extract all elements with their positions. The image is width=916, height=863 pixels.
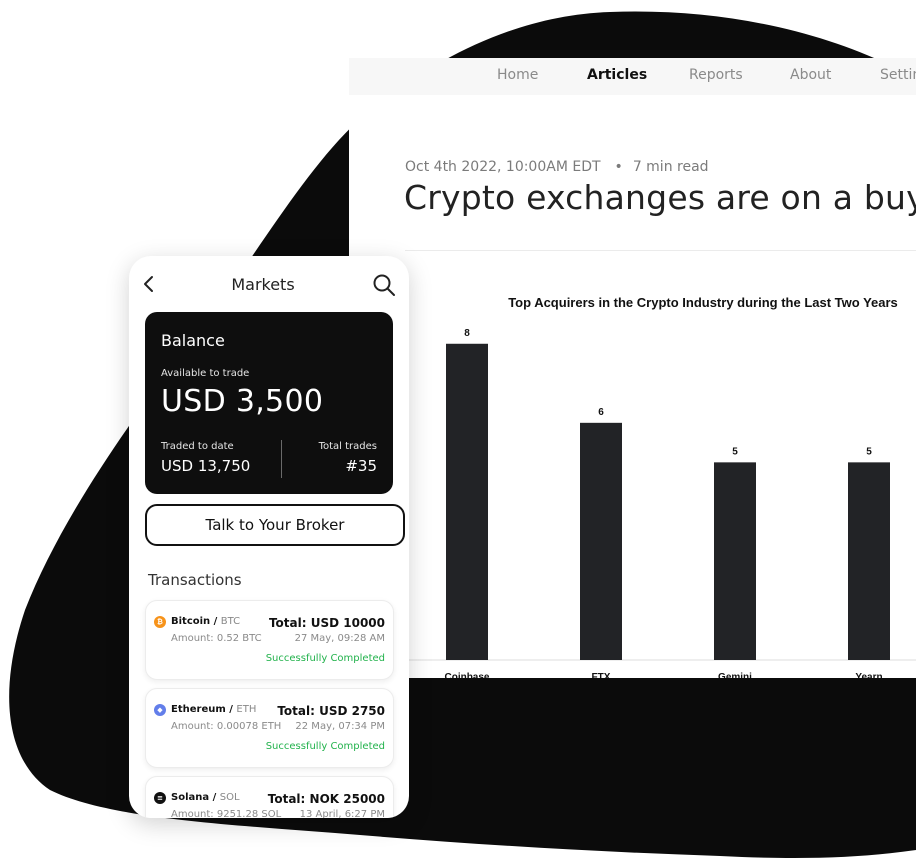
balance-card: Balance Available to trade USD 3,500 Tra… (145, 312, 393, 494)
chart-title: Top Acquirers in the Crypto Industry dur… (508, 295, 898, 310)
available-label: Available to trade (161, 368, 250, 379)
balance-amount: USD 3,500 (161, 384, 324, 419)
bitcoin-icon: ₿ (154, 616, 166, 628)
chart-data-label: 8 (464, 328, 470, 339)
ethereum-icon: ◆ (154, 704, 166, 716)
chart-bar-gemini (714, 462, 756, 660)
transaction-amount: Amount: 0.00078 ETH (171, 721, 282, 732)
transaction-card[interactable]: ₿ Bitcoin / BTC Amount: 0.52 BTC Total: … (145, 600, 394, 680)
transaction-total: Total: USD 2750 (277, 704, 385, 718)
transaction-amount: Amount: 0.52 BTC (171, 633, 262, 644)
talk-to-broker-button[interactable]: Talk to Your Broker (145, 504, 405, 546)
phone-screen: Markets Balance Available to trade USD 3… (129, 256, 409, 818)
transaction-total: Total: USD 10000 (268, 616, 385, 630)
transaction-total: Total: NOK 25000 (267, 792, 385, 806)
transaction-date: 27 May, 09:28 AM (294, 633, 385, 644)
traded-value: USD 13,750 (161, 457, 251, 475)
transaction-coin: Solana / SOL (171, 792, 240, 803)
chart-category-label: Gemini (718, 672, 752, 678)
transaction-card[interactable]: ◆ Ethereum / ETH Amount: 0.00078 ETH Tot… (145, 688, 394, 768)
transaction-coin: Bitcoin / BTC (171, 616, 241, 627)
chart-category-label: FTX (592, 672, 611, 678)
screen-title: Markets (231, 275, 295, 294)
transaction-card[interactable]: ≡ Solana / SOL Amount: 9251.28 SOL Total… (145, 776, 394, 818)
trades-value: #35 (345, 457, 377, 475)
transaction-date: 13 April, 6:27 PM (299, 809, 385, 818)
chart-data-label: 6 (598, 407, 604, 418)
chart-bar-yearn (848, 462, 890, 660)
chart-category-label: Yearn (855, 672, 882, 678)
trades-label: Total trades (318, 441, 377, 452)
chart-data-label: 5 (866, 446, 872, 457)
chart-bar-ftx (580, 422, 622, 660)
balance-divider (281, 440, 282, 478)
chart-data-label: 5 (732, 446, 738, 457)
chart-bar-coinbase (446, 343, 488, 660)
search-icon[interactable] (372, 273, 396, 297)
article-window: Home Articles Reports About Settings Oct… (349, 58, 916, 678)
chart-category-label: Coinbase (444, 672, 489, 678)
traded-label: Traded to date (161, 441, 234, 452)
transactions-heading: Transactions (148, 571, 242, 589)
solana-icon: ≡ (154, 792, 166, 804)
transaction-date: 22 May, 07:34 PM (295, 721, 385, 732)
transaction-status: Successfully Completed (265, 741, 385, 752)
transaction-status: Successfully Completed (265, 653, 385, 664)
bar-chart: Top Acquirers in the Crypto Industry dur… (409, 295, 916, 678)
transaction-amount: Amount: 9251.28 SOL (171, 809, 282, 818)
transaction-coin: Ethereum / ETH (171, 704, 257, 715)
balance-title: Balance (161, 331, 225, 350)
